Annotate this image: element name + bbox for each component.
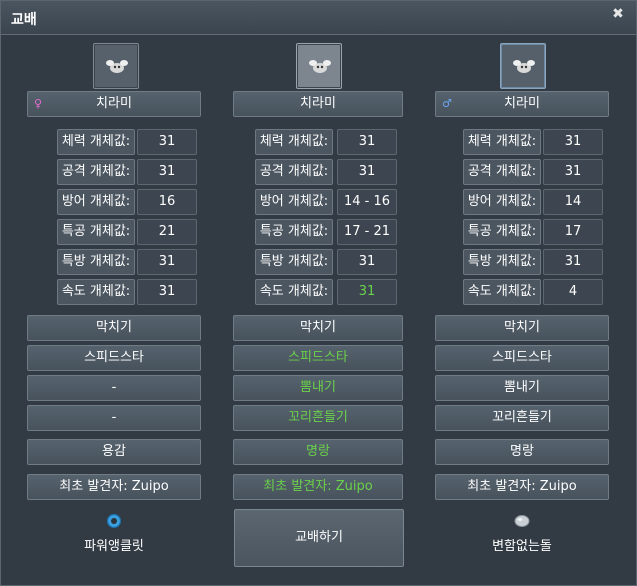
held-item-name: 파워앵클릿 [84,539,144,554]
male-icon: ♂ [442,97,452,110]
move-slot-4[interactable]: 꼬리흔들기 [233,405,403,431]
held-item-name: 변함없는돌 [492,539,552,554]
pokemon-portrait[interactable] [93,43,139,89]
iv-label-sp-attack: 특공 개체값: [57,219,135,245]
window-title: 교배 [11,12,37,28]
move-slot-2[interactable]: 스피드스타 [27,345,201,371]
pokemon-portrait-icon [106,60,128,73]
discoverer-button[interactable]: 최초 발견자: Zuipo [27,474,201,500]
close-icon[interactable]: ✖ [610,6,626,24]
nature-button[interactable]: 명랑 [435,439,609,465]
move-slot-1[interactable]: 막치기 [27,315,201,341]
pokemon-name-button[interactable]: ♂ 치라미 [435,91,609,117]
pokemon-name: 치라미 [96,96,132,111]
iv-label-sp-attack: 특공 개체값: [463,219,541,245]
iv-value-sp-defense: 31 [137,249,197,275]
iv-value-attack: 31 [337,159,397,185]
iv-value-sp-defense: 31 [337,249,397,275]
iv-label-hp: 체력 개체값: [57,129,135,155]
pokemon-name: 치라미 [300,96,336,111]
iv-label-sp-attack: 특공 개체값: [255,219,333,245]
pokemon-portrait[interactable] [296,43,342,89]
move-slot-3[interactable]: 뽐내기 [435,375,609,401]
held-item[interactable]: 변함없는돌 [435,513,609,554]
pokemon-name-button[interactable]: 치라미 [233,91,403,117]
iv-value-speed: 4 [543,279,603,305]
pokemon-portrait-icon [513,60,535,73]
iv-value-attack: 31 [137,159,197,185]
discoverer-button[interactable]: 최초 발견자: Zuipo [435,474,609,500]
move-slot-2[interactable]: 스피드스타 [233,345,403,371]
nature-button[interactable]: 용감 [27,439,201,465]
iv-value-speed: 31 [137,279,197,305]
move-slot-3[interactable]: 뽐내기 [233,375,403,401]
move-slot-2[interactable]: 스피드스타 [435,345,609,371]
pokemon-portrait-icon [309,60,331,73]
iv-value-hp: 31 [337,129,397,155]
iv-value-defense: 14 [543,189,603,215]
iv-label-sp-defense: 특방 개체값: [255,249,333,275]
pokemon-name: 치라미 [504,96,540,111]
iv-label-defense: 방어 개체값: [255,189,333,215]
iv-label-hp: 체력 개체값: [255,129,333,155]
move-slot-1[interactable]: 막치기 [435,315,609,341]
pokemon-portrait[interactable] [500,43,546,89]
iv-value-attack: 31 [543,159,603,185]
breeding-window: 교배 ✖ ♀ 치라미 체력 개체값: 31 공격 개체값: 31 방어 개체값:… [0,0,637,586]
iv-label-speed: 속도 개체값: [463,279,541,305]
iv-value-speed: 31 [337,279,397,305]
breed-button[interactable]: 교배하기 [234,509,404,567]
iv-label-speed: 속도 개체값: [255,279,333,305]
iv-value-defense: 16 [137,189,197,215]
move-slot-3[interactable]: - [27,375,201,401]
pokemon-name-button[interactable]: ♀ 치라미 [27,91,201,117]
discoverer-button[interactable]: 최초 발견자: Zuipo [233,474,403,500]
female-icon: ♀ [34,97,43,110]
iv-value-sp-defense: 31 [543,249,603,275]
iv-label-attack: 공격 개체값: [463,159,541,185]
iv-label-defense: 방어 개체값: [463,189,541,215]
iv-label-sp-defense: 특방 개체값: [463,249,541,275]
iv-label-attack: 공격 개체값: [255,159,333,185]
iv-value-sp-attack: 17 - 21 [337,219,397,245]
iv-value-hp: 31 [137,129,197,155]
nature-button[interactable]: 명랑 [233,439,403,465]
title-bar[interactable]: 교배 ✖ [1,1,636,35]
iv-label-speed: 속도 개체값: [57,279,135,305]
iv-value-sp-attack: 21 [137,219,197,245]
iv-value-sp-attack: 17 [543,219,603,245]
move-slot-4[interactable]: 꼬리흔들기 [435,405,609,431]
iv-label-sp-defense: 특방 개체값: [57,249,135,275]
power-anklet-icon [106,513,122,529]
iv-label-defense: 방어 개체값: [57,189,135,215]
move-slot-1[interactable]: 막치기 [233,315,403,341]
iv-value-defense: 14 - 16 [337,189,397,215]
iv-value-hp: 31 [543,129,603,155]
held-item[interactable]: 파워앵클릿 [27,513,201,554]
iv-label-hp: 체력 개체값: [463,129,541,155]
move-slot-4[interactable]: - [27,405,201,431]
everstone-icon [514,515,530,527]
iv-label-attack: 공격 개체값: [57,159,135,185]
